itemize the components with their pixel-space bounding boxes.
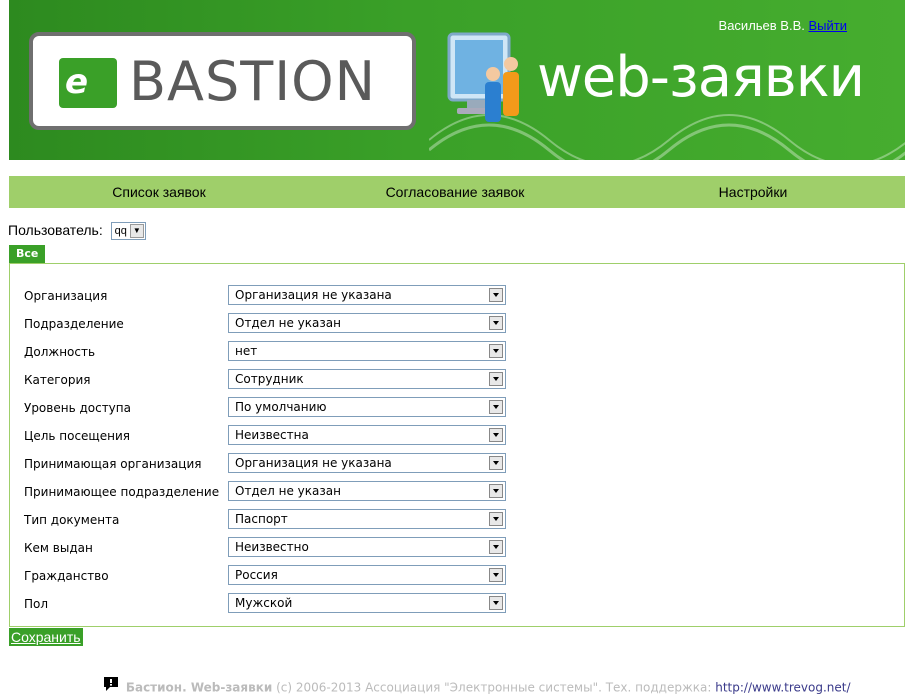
chevron-down-icon: ▼ bbox=[129, 224, 144, 239]
header-banner: e BASTION web-заявки Васильев В.В. Выйти bbox=[9, 0, 905, 160]
footer: Бастион. Web-заявки (c) 2006-2013 Ассоци… bbox=[102, 677, 851, 696]
settings-panel: Организация Организация не указана Подра… bbox=[9, 263, 905, 627]
field-label: Подразделение bbox=[24, 317, 124, 331]
footer-product: Бастион. Web-заявки bbox=[125, 680, 273, 695]
chevron-down-icon bbox=[489, 540, 503, 554]
host-department-select[interactable]: Отдел не указан bbox=[228, 481, 506, 501]
nav-settings[interactable]: Настройки bbox=[601, 176, 905, 208]
user-name: Васильев В.В. bbox=[718, 18, 805, 33]
select-value: Сотрудник bbox=[235, 372, 304, 386]
select-value: Неизвестно bbox=[235, 540, 309, 554]
document-type-select[interactable]: Паспорт bbox=[228, 509, 506, 529]
chevron-down-icon bbox=[489, 316, 503, 330]
field-label: Цель посещения bbox=[24, 429, 130, 443]
chevron-down-icon bbox=[489, 512, 503, 526]
field-label: Гражданство bbox=[24, 569, 109, 583]
support-link[interactable]: http://www.trevog.net/ bbox=[715, 681, 850, 695]
select-value: Неизвестна bbox=[235, 428, 309, 442]
chevron-down-icon bbox=[489, 372, 503, 386]
user-filter-row: Пользователь: qq ▼ bbox=[8, 222, 146, 241]
select-value: Отдел не указан bbox=[235, 316, 341, 330]
monitor-users-icon bbox=[447, 32, 519, 122]
access-level-select[interactable]: По умолчанию bbox=[228, 397, 506, 417]
save-link[interactable]: Сохранить bbox=[9, 628, 83, 646]
field-label: Тип документа bbox=[24, 513, 120, 527]
field-label: Кем выдан bbox=[24, 541, 93, 555]
chevron-down-icon bbox=[489, 484, 503, 498]
field-label: Пол bbox=[24, 597, 49, 611]
field-label: Принимающее подразделение bbox=[24, 485, 220, 499]
chevron-down-icon bbox=[489, 596, 503, 610]
user-select-value: qq bbox=[114, 225, 127, 238]
chevron-down-icon bbox=[489, 428, 503, 442]
select-value: Организация не указана bbox=[235, 288, 392, 302]
select-value: нет bbox=[235, 344, 258, 358]
position-select[interactable]: нет bbox=[228, 341, 506, 361]
product-title: web-заявки bbox=[537, 45, 865, 110]
host-organization-select[interactable]: Организация не указана bbox=[228, 453, 506, 473]
select-value: Отдел не указан bbox=[235, 484, 341, 498]
main-nav: Список заявок Согласование заявок Настро… bbox=[9, 176, 905, 208]
department-select[interactable]: Отдел не указан bbox=[228, 313, 506, 333]
select-value: Паспорт bbox=[235, 512, 288, 526]
user-filter-label: Пользователь: bbox=[8, 222, 103, 238]
field-label: Уровень доступа bbox=[24, 401, 131, 415]
bastion-logo: e BASTION bbox=[29, 32, 416, 130]
bastion-footer-icon bbox=[104, 677, 118, 691]
nav-requests-list[interactable]: Список заявок bbox=[9, 176, 309, 208]
field-label: Должность bbox=[24, 345, 96, 359]
chevron-down-icon bbox=[489, 400, 503, 414]
field-label: Организация bbox=[24, 289, 108, 303]
select-value: По умолчанию bbox=[235, 400, 327, 414]
logo-text: BASTION bbox=[129, 50, 377, 113]
organization-select[interactable]: Организация не указана bbox=[228, 285, 506, 305]
tab-all[interactable]: Все bbox=[9, 245, 46, 263]
field-label: Категория bbox=[24, 373, 91, 387]
chevron-down-icon bbox=[489, 344, 503, 358]
field-label: Принимающая организация bbox=[24, 457, 202, 471]
category-select[interactable]: Сотрудник bbox=[228, 369, 506, 389]
nav-requests-approval[interactable]: Согласование заявок bbox=[309, 176, 601, 208]
visit-purpose-select[interactable]: Неизвестна bbox=[228, 425, 506, 445]
select-value: Организация не указана bbox=[235, 456, 392, 470]
user-info: Васильев В.В. Выйти bbox=[719, 18, 847, 33]
citizenship-select[interactable]: Россия bbox=[228, 565, 506, 585]
select-value: Россия bbox=[235, 568, 278, 582]
user-select[interactable]: qq ▼ bbox=[110, 222, 146, 241]
issued-by-select[interactable]: Неизвестно bbox=[228, 537, 506, 557]
chevron-down-icon bbox=[489, 568, 503, 582]
gender-select[interactable]: Мужской bbox=[228, 593, 506, 613]
chevron-down-icon bbox=[489, 288, 503, 302]
chevron-down-icon bbox=[489, 456, 503, 470]
logo-letter: e bbox=[65, 62, 89, 102]
footer-copyright: (c) 2006-2013 Ассоциация "Электронные си… bbox=[276, 680, 712, 695]
logo-e-badge: e bbox=[59, 58, 117, 108]
logout-link[interactable]: Выйти bbox=[809, 18, 848, 33]
select-value: Мужской bbox=[235, 596, 293, 610]
